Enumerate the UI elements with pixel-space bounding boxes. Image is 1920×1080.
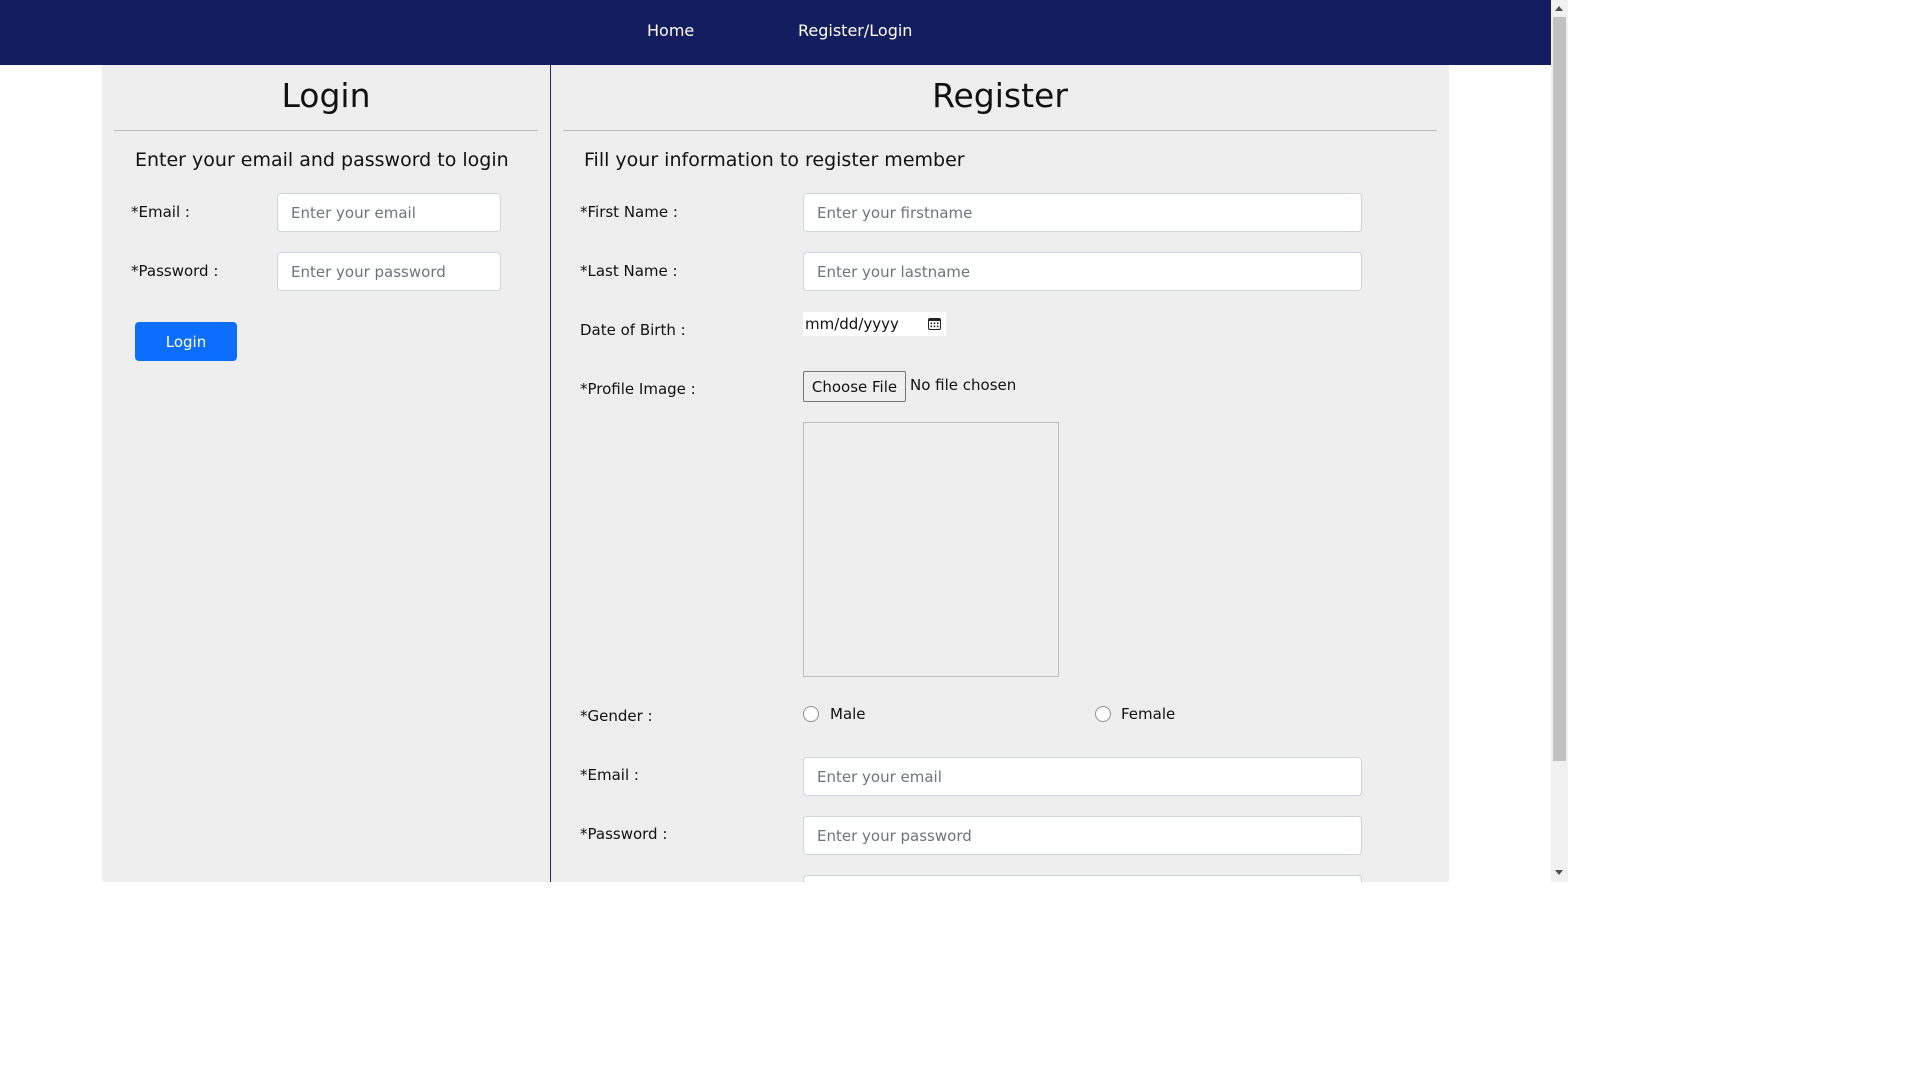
gender-male-label[interactable]: Male (830, 705, 866, 723)
firstname-input[interactable] (803, 193, 1362, 232)
register-email-label: *Email : (580, 766, 639, 784)
register-email-input[interactable] (803, 757, 1362, 796)
register-divider (563, 130, 1437, 131)
register-password-label: *Password : (580, 825, 668, 843)
login-email-input[interactable] (277, 193, 501, 232)
register-password-input[interactable] (803, 816, 1362, 855)
navbar: Home Register/Login (0, 0, 1551, 65)
calendar-icon[interactable] (928, 317, 941, 330)
profile-image-preview (803, 422, 1059, 677)
register-title: Register (932, 76, 1068, 115)
login-password-input[interactable] (277, 252, 501, 291)
nav-link-home[interactable]: Home (647, 21, 694, 40)
gender-female-label[interactable]: Female (1121, 705, 1175, 723)
login-divider (114, 130, 538, 131)
profile-image-label: *Profile Image : (580, 380, 696, 398)
firstname-label: *First Name : (580, 203, 678, 221)
dob-value: mm/dd/yyyy (805, 315, 899, 333)
lastname-label: *Last Name : (580, 262, 678, 280)
login-button[interactable]: Login (135, 322, 237, 361)
scrollbar-thumb[interactable] (1553, 17, 1566, 761)
login-subtitle: Enter your email and password to login (135, 149, 509, 171)
login-panel (102, 65, 550, 882)
login-password-label: *Password : (131, 262, 219, 280)
scroll-up-icon[interactable] (1555, 6, 1563, 11)
file-status: No file chosen (910, 376, 1017, 394)
dob-label: Date of Birth : (580, 321, 686, 339)
lastname-input[interactable] (803, 252, 1362, 291)
register-next-field[interactable] (803, 875, 1362, 882)
dob-input[interactable]: mm/dd/yyyy (803, 312, 946, 336)
login-title: Login (281, 76, 371, 115)
choose-file-button[interactable]: Choose File (803, 371, 906, 402)
scroll-down-icon[interactable] (1555, 870, 1563, 875)
register-subtitle: Fill your information to register member (584, 149, 965, 171)
nav-link-register-login[interactable]: Register/Login (798, 21, 912, 40)
gender-label: *Gender : (580, 707, 653, 725)
login-email-label: *Email : (131, 203, 190, 221)
gender-female-radio[interactable] (1095, 706, 1111, 722)
panel-divider (550, 65, 551, 882)
page-scrollbar[interactable] (1551, 0, 1568, 882)
gender-male-radio[interactable] (803, 706, 819, 722)
